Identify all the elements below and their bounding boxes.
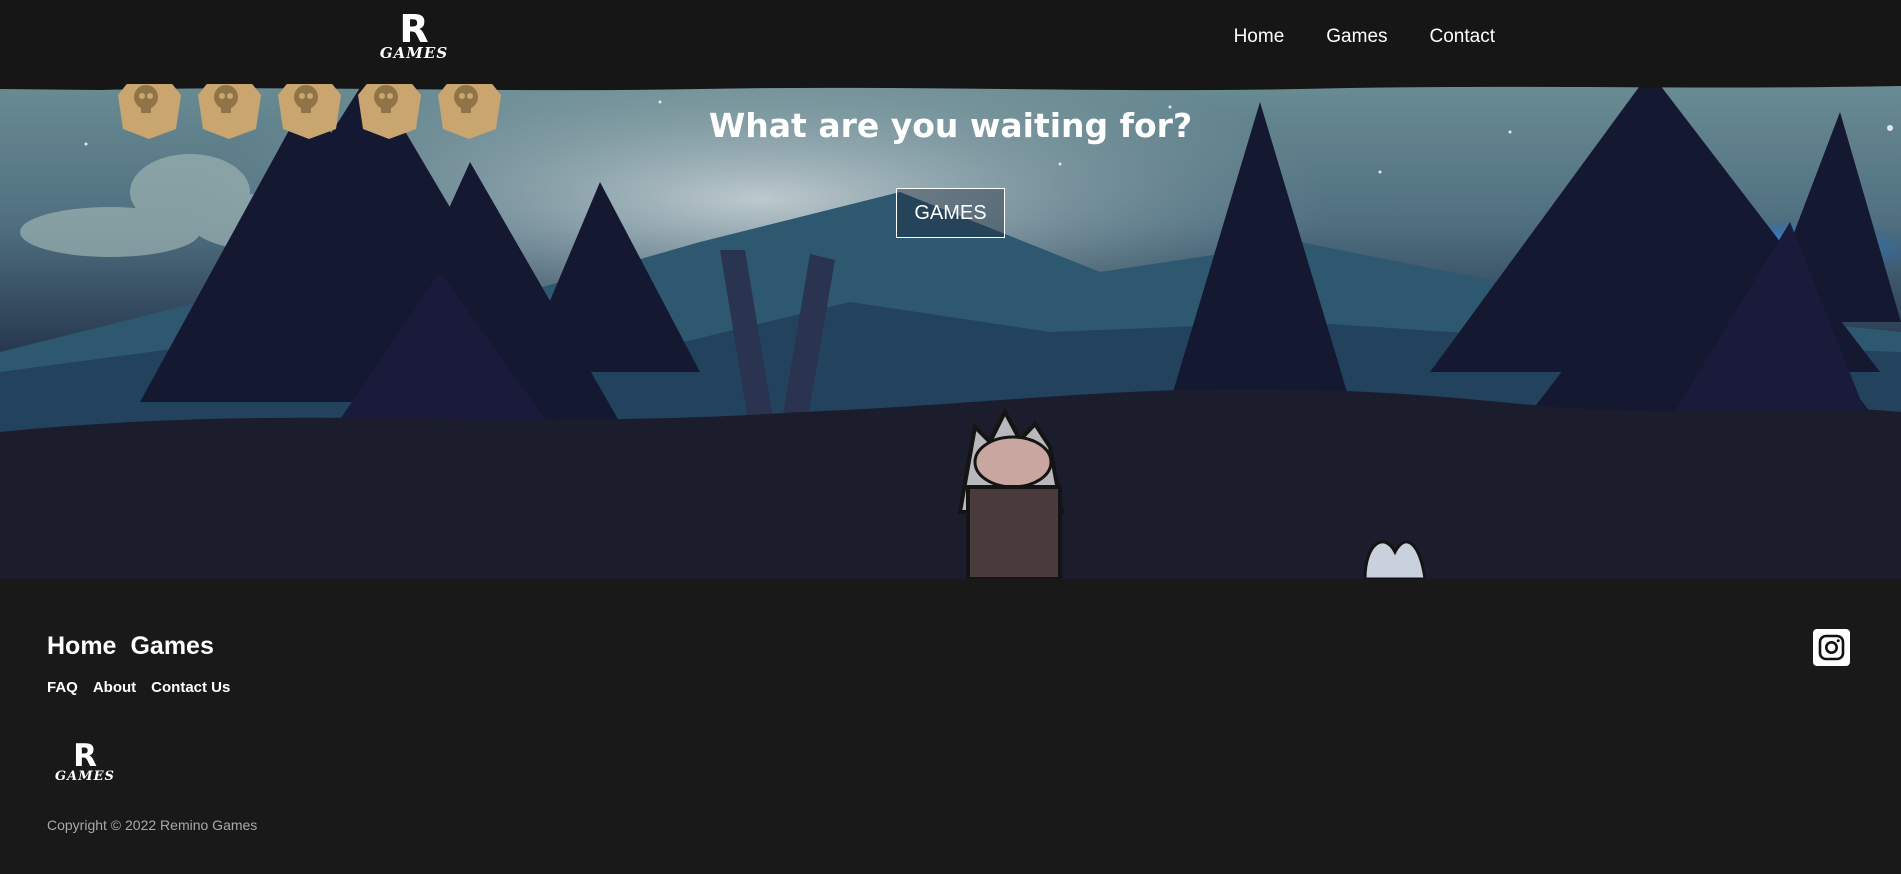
footer-link-games[interactable]: Games — [130, 632, 213, 661]
header-logo[interactable]: R GAMES — [377, 10, 451, 61]
footer-sub-nav: FAQ About Contact Us — [47, 679, 230, 696]
nav-contact[interactable]: Contact — [1430, 26, 1495, 48]
footer-link-contact-us[interactable]: Contact Us — [151, 679, 230, 696]
main-nav: Home Games Contact — [1234, 26, 1495, 48]
site-header: R GAMES Home Games Contact — [0, 0, 1901, 84]
forest-background-illustration — [0, 72, 1901, 579]
footer-link-faq[interactable]: FAQ — [47, 679, 78, 696]
hero-title: What are you waiting for? — [708, 106, 1193, 145]
games-button[interactable]: GAMES — [896, 188, 1005, 238]
copyright-text: Copyright © 2022 Remino Games — [47, 817, 258, 833]
logo-word: GAMES — [379, 44, 449, 62]
instagram-icon[interactable] — [1813, 629, 1850, 666]
footer-link-home[interactable]: Home — [47, 632, 116, 661]
footer-logo: R GAMES — [54, 738, 116, 784]
site-footer: Home Games FAQ About Contact Us R GAMES … — [0, 579, 1901, 874]
logo-letter: R — [73, 738, 97, 774]
nav-games[interactable]: Games — [1326, 26, 1387, 48]
footer-link-about[interactable]: About — [93, 679, 136, 696]
instagram-glyph — [1818, 634, 1845, 661]
footer-main-nav: Home Games — [47, 632, 214, 661]
hero-banner: What are you waiting for? GAMES — [0, 72, 1901, 579]
logo-word: GAMES — [55, 769, 115, 784]
nav-home[interactable]: Home — [1234, 26, 1285, 48]
logo-letter: R — [399, 7, 429, 51]
